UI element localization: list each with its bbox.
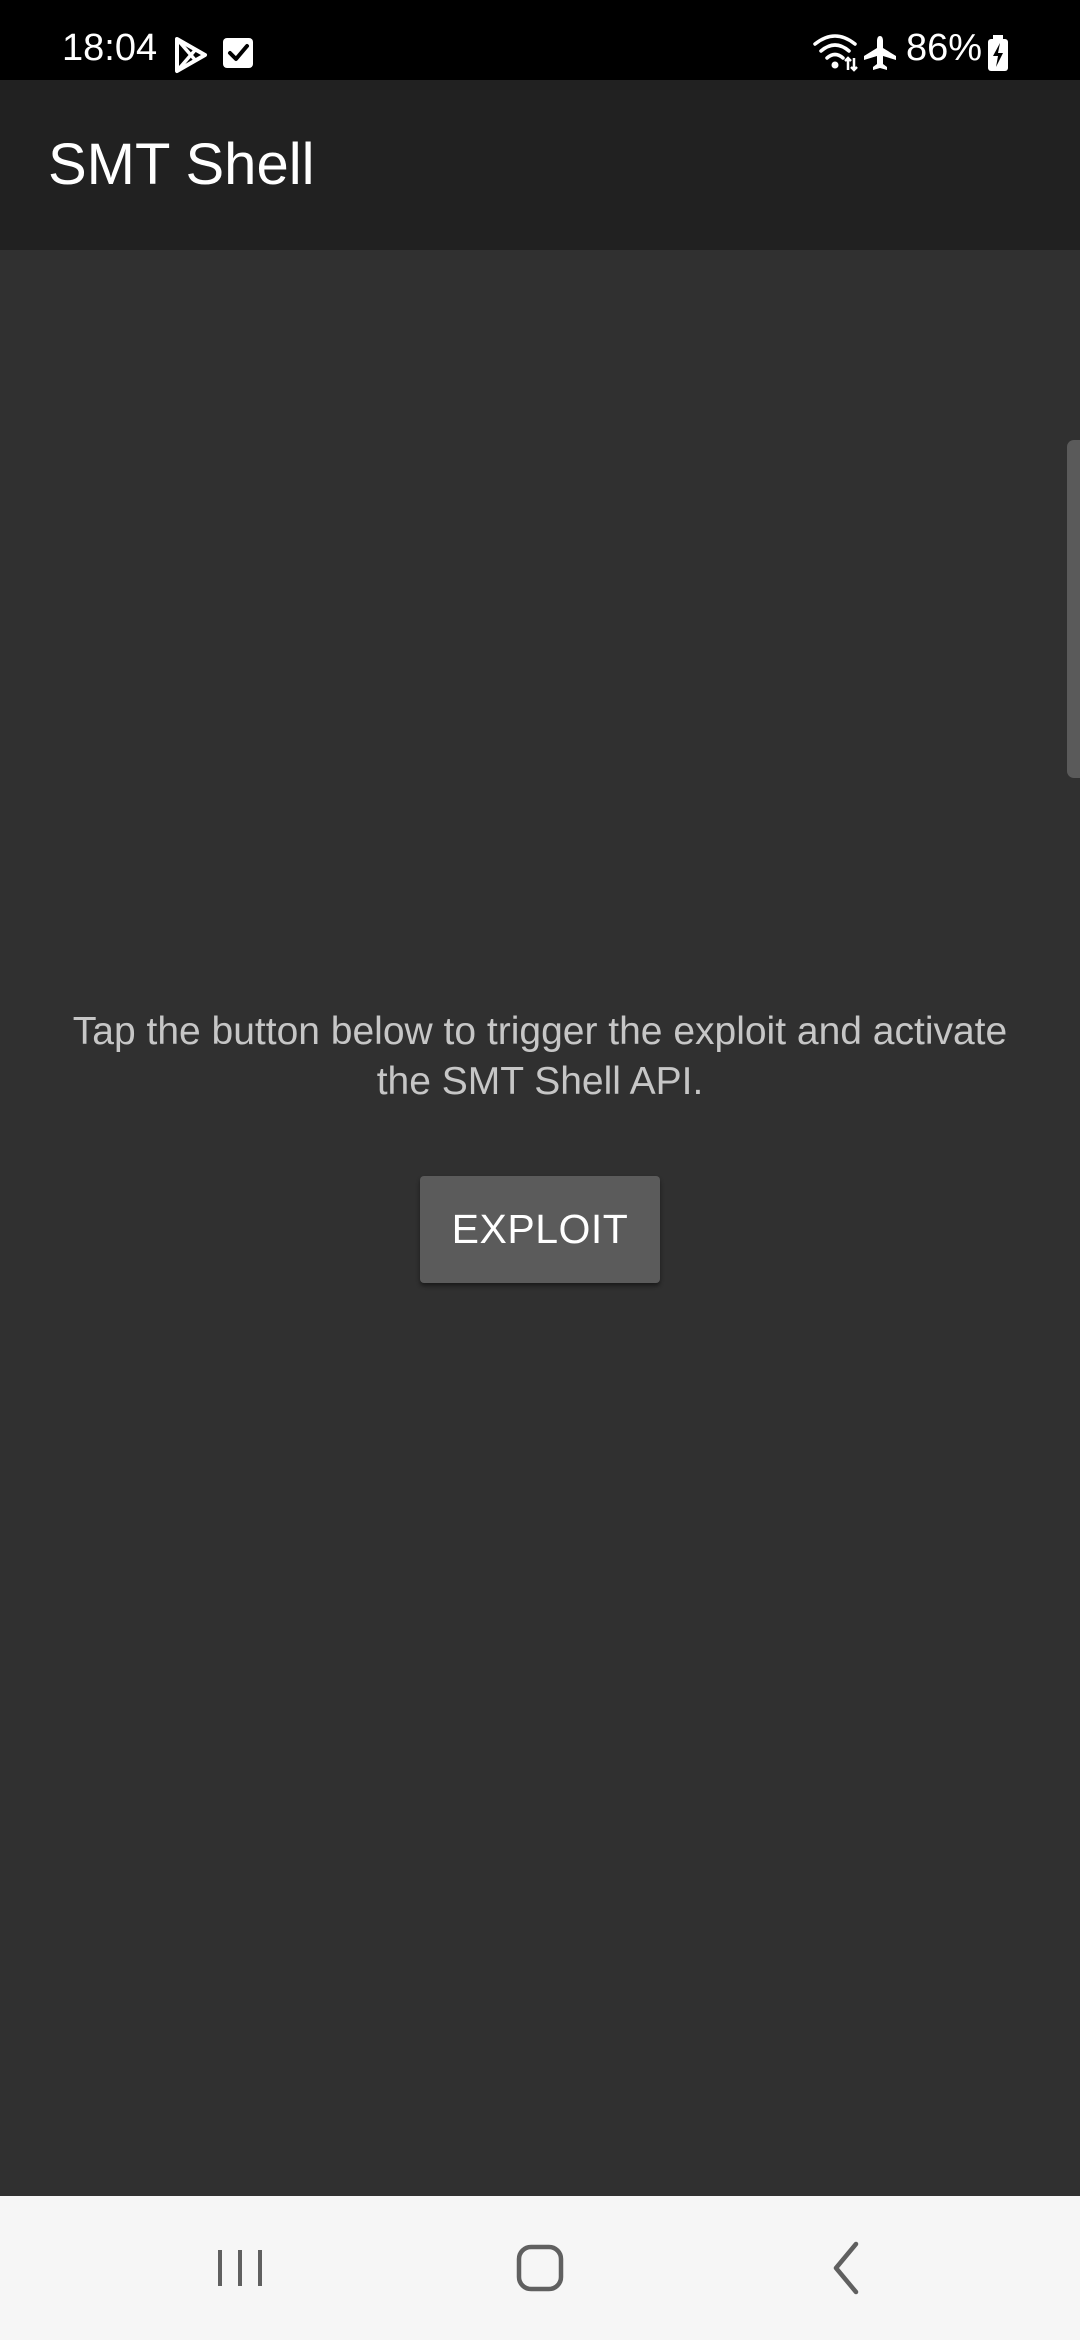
battery-charging-icon bbox=[988, 35, 1008, 71]
play-store-icon bbox=[175, 37, 207, 73]
navigation-bar bbox=[0, 2196, 1080, 2340]
scrollbar[interactable] bbox=[1067, 440, 1080, 778]
wifi-icon bbox=[813, 34, 858, 72]
status-bar: 18:04 86% bbox=[0, 0, 1080, 80]
checkbox-notification-icon bbox=[223, 38, 253, 68]
instruction-text: Tap the button below to trigger the expl… bbox=[72, 1010, 1008, 1103]
recent-apps-icon[interactable] bbox=[190, 2218, 290, 2318]
battery-percent: 86% bbox=[906, 27, 983, 69]
airplane-mode-icon bbox=[864, 36, 896, 70]
status-time: 18:04 bbox=[62, 27, 158, 69]
app-bar: SMT Shell bbox=[0, 80, 1080, 250]
screen: 18:04 86% SMT Shell Tap the button below… bbox=[0, 0, 1080, 2340]
back-icon[interactable] bbox=[796, 2218, 896, 2318]
exploit-button[interactable]: EXPLOIT bbox=[420, 1176, 660, 1283]
home-icon[interactable] bbox=[490, 2218, 590, 2318]
app-title: SMT Shell bbox=[48, 132, 315, 197]
